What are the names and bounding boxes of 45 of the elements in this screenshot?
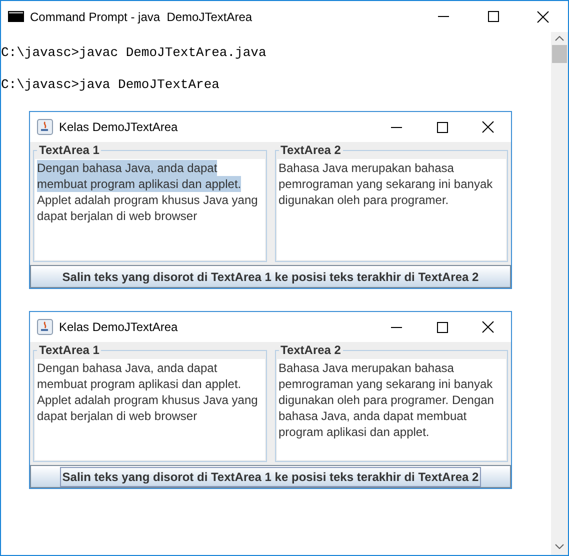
text-line: bahasa Java, anda dapat membuat	[278, 408, 467, 424]
text-line: program aplikasi dan applet.	[278, 424, 430, 440]
text-area[interactable]: Bahasa Java merupakan bahasa pemrograman yang sekarang ini banyak digunakan oleh para programer. Dengan bahasa Java, anda dapat membuat program aplikasi dan applet.	[276, 359, 506, 460]
java-cup-icon	[37, 319, 53, 335]
maximize-icon[interactable]	[436, 322, 448, 332]
maximize-icon[interactable]	[436, 122, 448, 132]
panel-label: TextArea 1	[37, 143, 102, 157]
minimize-icon[interactable]	[390, 126, 402, 128]
scroll-thumb[interactable]	[552, 45, 567, 63]
text-line: Dengan bahasa Java, anda dapat	[37, 360, 218, 376]
text-line: digunakan oleh para programer. Dengan	[278, 392, 494, 408]
scroll-down-icon[interactable]	[555, 544, 564, 549]
close-icon[interactable]	[482, 121, 494, 133]
console-line: C:\javasc>java DemoJTextArea	[1, 77, 220, 93]
java-cup-icon	[37, 119, 53, 135]
text-line: Applet adalah program khusus Java yang	[37, 192, 258, 208]
console-icon	[8, 11, 24, 22]
close-icon[interactable]	[482, 321, 494, 333]
scrollbar[interactable]	[551, 32, 568, 555]
minimize-icon[interactable]	[390, 326, 402, 328]
scroll-up-icon[interactable]	[555, 36, 564, 41]
text-line: Bahasa Java merupakan bahasa	[278, 160, 454, 176]
close-icon[interactable]	[537, 10, 549, 22]
copy-button[interactable]: Salin teks yang disorot di TextArea 1 ke posisi teks terakhir di TextArea 2	[30, 265, 511, 288]
text-area[interactable]: Bahasa Java merupakan bahasa pemrograman yang sekarang ini banyak digunakan oleh para programer.	[276, 159, 506, 260]
frame-title: Kelas DemoJTextArea	[59, 119, 178, 136]
panel-label: TextArea 2	[278, 343, 343, 357]
panel-label: TextArea 1	[37, 343, 102, 357]
text-line: dapat berjalan di web browser	[37, 408, 198, 424]
text-line: pemrograman yang sekarang ini banyak	[278, 376, 493, 392]
window-title: Command Prompt - java DemoJTextArea	[30, 8, 252, 26]
text-line: Applet adalah program khusus Java yang	[37, 392, 258, 408]
text-line: pemrograman yang sekarang ini banyak	[278, 176, 493, 192]
text-area[interactable]: Dengan bahasa Java, anda dapat membuat program aplikasi dan applet. Applet adalah program khusus Java yang dapat berjalan di web browser	[35, 359, 264, 460]
text-area[interactable]: Dengan bahasa Java, anda dapat membuat program aplikasi dan applet. Applet adalah program khusus Java yang dapat berjalan di web browser	[35, 159, 264, 260]
panel-label: TextArea 2	[278, 143, 343, 157]
text-line: digunakan oleh para programer.	[278, 192, 449, 208]
console-line: C:\javasc>javac DemoJTextArea.java	[1, 45, 268, 61]
minimize-icon[interactable]	[438, 16, 448, 17]
copy-button[interactable]: Salin teks yang disorot di TextArea 1 ke posisi teks terakhir di TextArea 2	[30, 465, 511, 488]
text-line: membuat program aplikasi dan applet.	[37, 376, 242, 392]
text-line: Bahasa Java merupakan bahasa	[278, 360, 454, 376]
maximize-icon[interactable]	[488, 11, 498, 22]
frame-title: Kelas DemoJTextArea	[59, 319, 178, 336]
text-line: dapat berjalan di web browser	[37, 208, 198, 224]
